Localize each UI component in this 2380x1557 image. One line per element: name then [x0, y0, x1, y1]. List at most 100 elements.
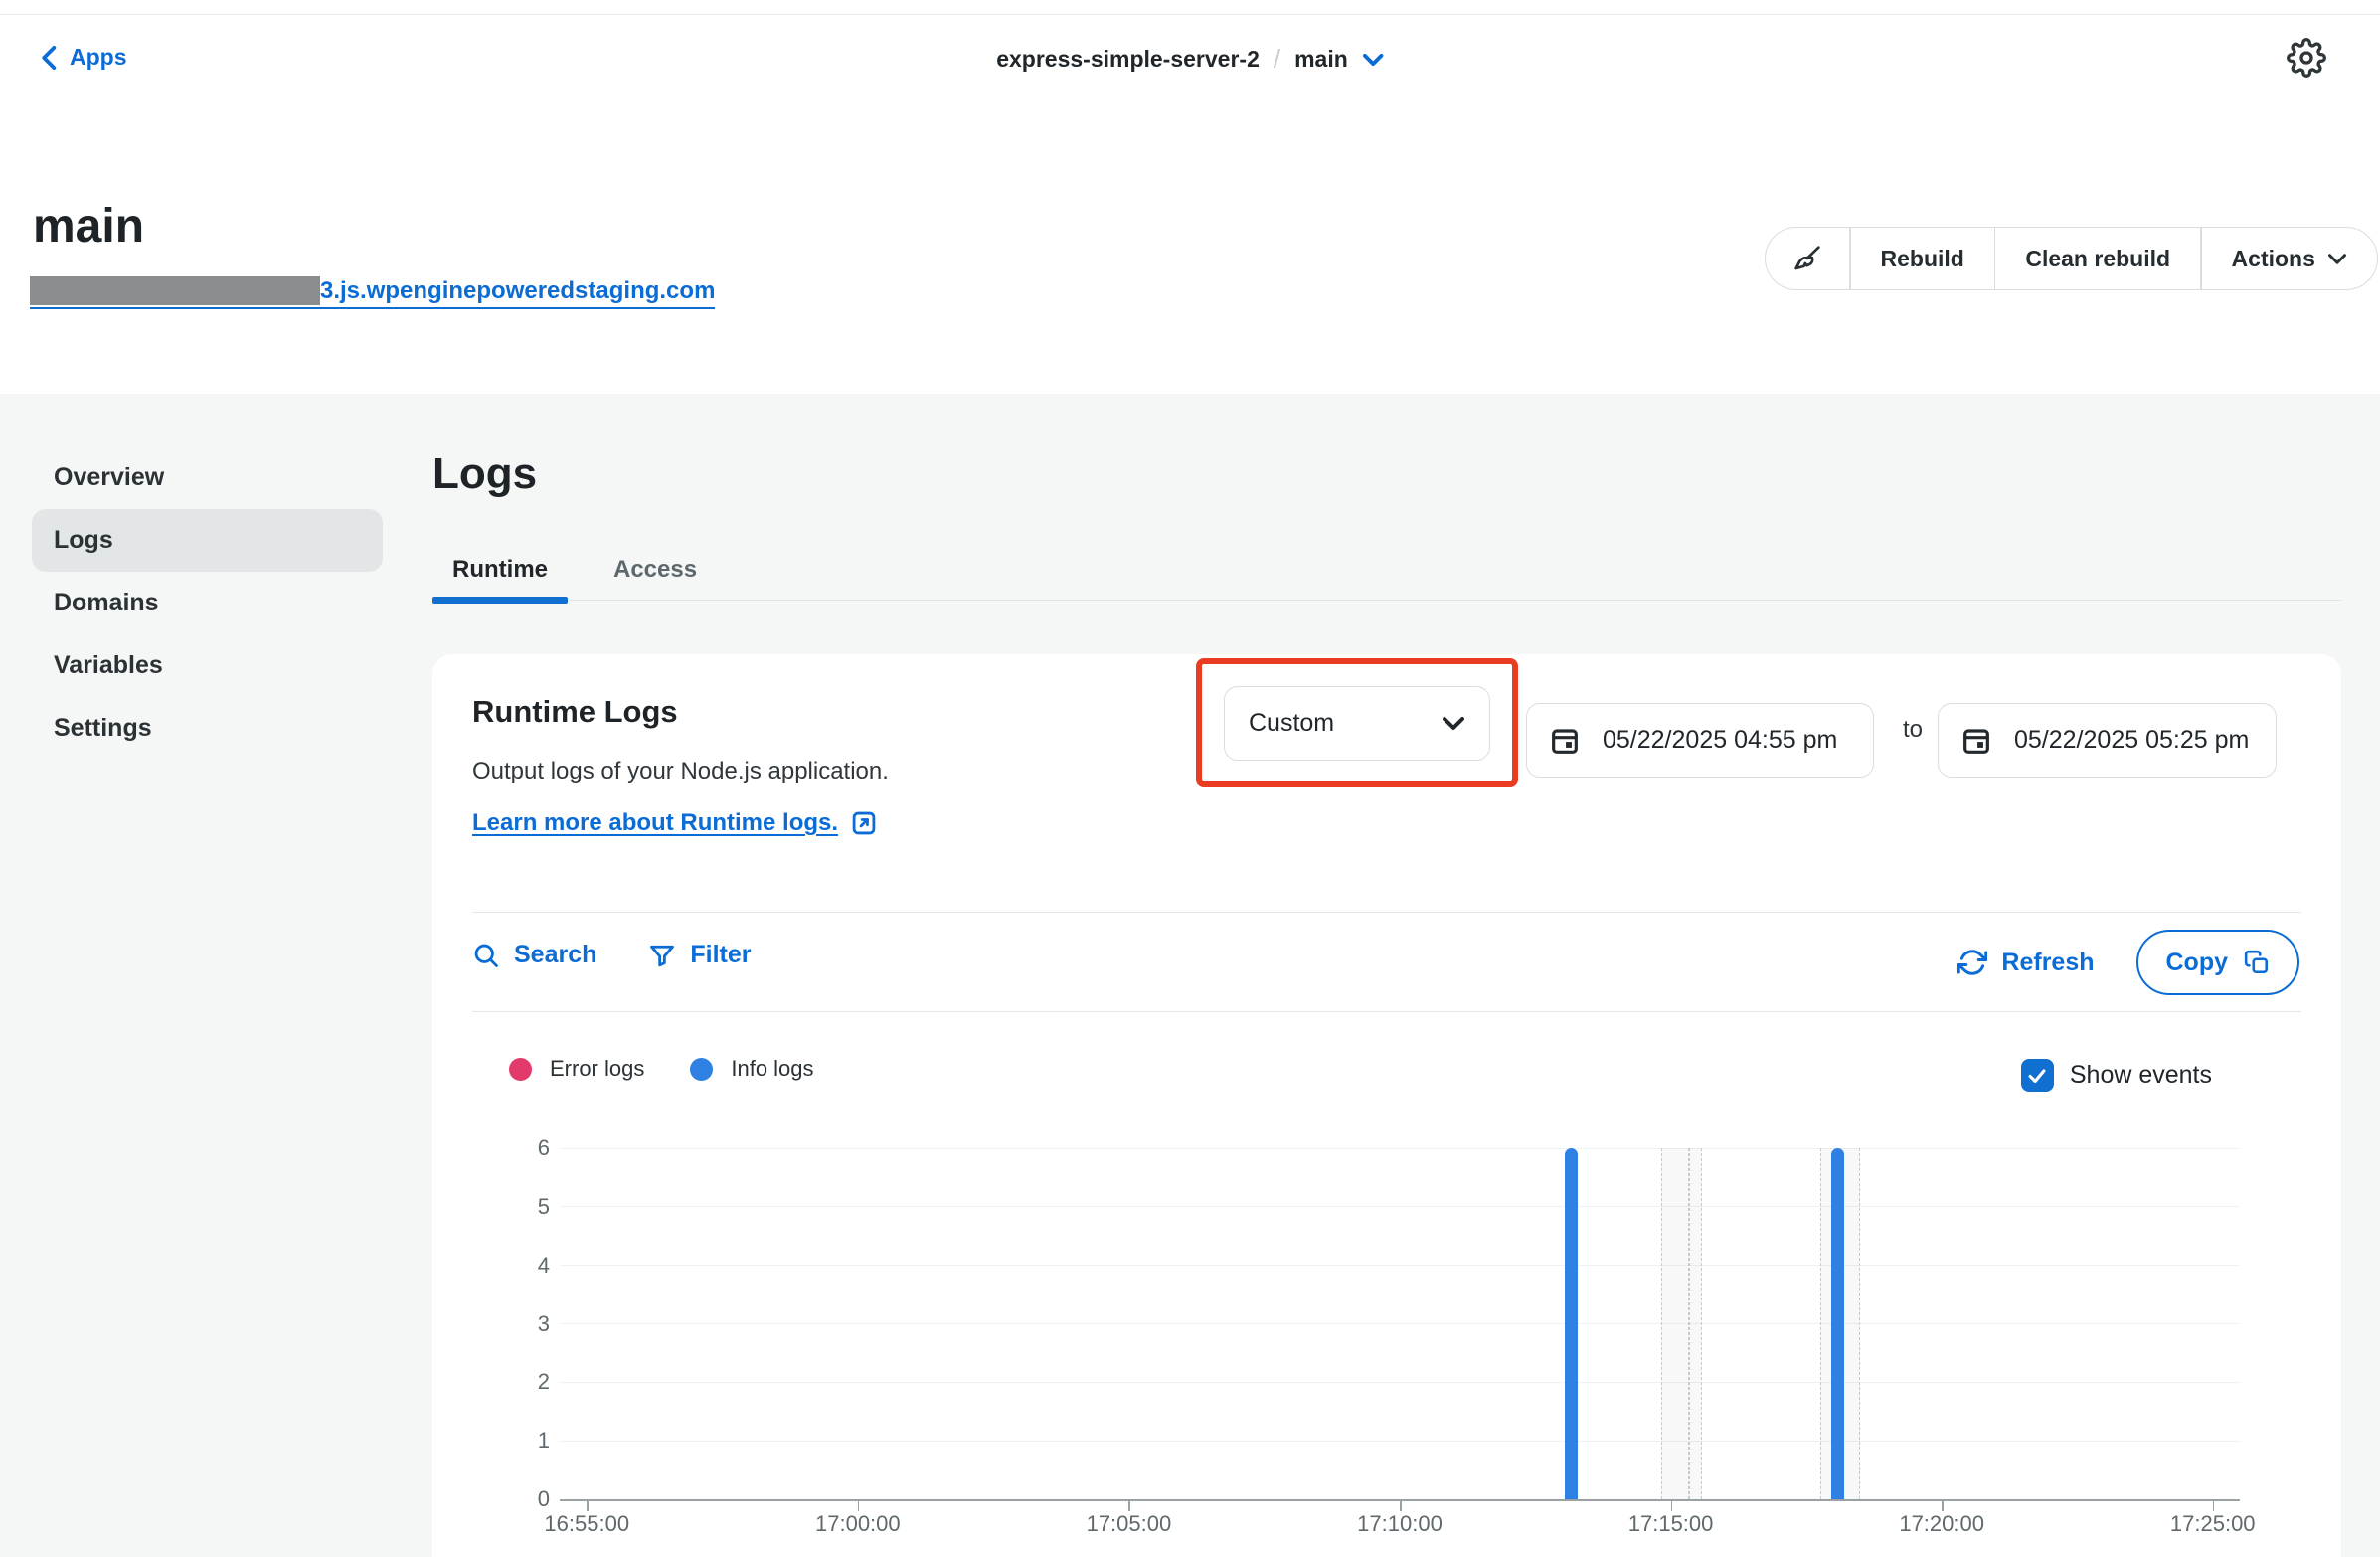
actions-label: Actions — [2232, 246, 2315, 272]
top-divider — [0, 14, 2380, 15]
learn-more-label: Learn more about Runtime logs. — [472, 809, 838, 837]
log-bar[interactable] — [1831, 1148, 1844, 1499]
copy-label: Copy — [2166, 949, 2229, 977]
x-axis-tick-label: 17:15:00 — [1602, 1511, 1741, 1537]
tab-runtime[interactable]: Runtime — [432, 556, 568, 600]
search-icon — [472, 942, 500, 969]
highlight-red-box: Custom — [1196, 658, 1518, 787]
copy-icon — [2244, 950, 2270, 975]
y-axis-tick-label: 3 — [502, 1311, 550, 1337]
chart-gridline — [560, 1148, 2240, 1149]
date-range-to-label: to — [1890, 716, 1936, 744]
actions-menu-button[interactable]: Actions — [2202, 228, 2377, 289]
show-events-label: Show events — [2070, 1061, 2212, 1090]
y-axis-tick-label: 5 — [502, 1194, 550, 1220]
chevron-down-icon[interactable] — [1362, 53, 1384, 67]
breadcrumb-env-name[interactable]: main — [1294, 46, 1348, 73]
x-axis-tick-label: 17:00:00 — [788, 1511, 928, 1537]
settings-gear-button[interactable] — [2287, 38, 2326, 78]
legend-item: Info logs — [690, 1056, 813, 1082]
search-button[interactable]: Search — [472, 941, 596, 969]
log-volume-chart[interactable] — [560, 1148, 2240, 1501]
log-toolbar-right: Refresh Copy — [1957, 930, 2299, 995]
event-band — [1689, 1148, 1703, 1499]
chart-legend: Error logs Info logs — [509, 1056, 814, 1082]
refresh-button[interactable]: Refresh — [1957, 948, 2094, 977]
x-axis-tick — [2213, 1501, 2215, 1511]
page-title: main — [33, 199, 144, 254]
sidebar-item-domains[interactable]: Domains — [32, 572, 383, 634]
date-to-value: 05/22/2025 05:25 pm — [2014, 726, 2249, 755]
environment-url-link[interactable]: 3.js.wpenginepoweredstaging.com — [30, 276, 715, 309]
x-axis-tick — [1400, 1501, 1402, 1511]
x-axis-tick-label: 17:20:00 — [1872, 1511, 2011, 1537]
gear-icon — [2287, 38, 2326, 78]
environment-actions-group: Rebuild Clean rebuild Actions — [1765, 227, 2378, 290]
filter-button[interactable]: Filter — [648, 941, 751, 969]
copy-button[interactable]: Copy — [2136, 930, 2300, 995]
legend-dot-icon — [690, 1058, 713, 1081]
legend-dot-icon — [509, 1058, 532, 1081]
legend-item: Error logs — [509, 1056, 644, 1082]
legend-label: Info logs — [731, 1056, 813, 1082]
x-axis-tick — [1942, 1501, 1944, 1511]
rebuild-button[interactable]: Rebuild — [1851, 228, 1994, 289]
sidebar-item-overview[interactable]: Overview — [32, 446, 383, 509]
sidebar-nav: OverviewLogsDomainsVariablesSettings — [32, 446, 383, 760]
chart-gridline — [560, 1441, 2240, 1442]
y-axis-tick-label: 2 — [502, 1369, 550, 1395]
back-to-apps-link[interactable]: Apps — [40, 44, 127, 71]
breadcrumb-separator: / — [1274, 44, 1280, 75]
rebuild-label: Rebuild — [1881, 246, 1964, 272]
divider — [472, 1011, 2301, 1012]
filter-label: Filter — [690, 941, 751, 969]
log-toolbar-left: Search Filter — [472, 941, 752, 969]
checkbox-checked-icon[interactable] — [2021, 1059, 2054, 1092]
refresh-icon — [1957, 948, 1987, 977]
clean-cache-button[interactable] — [1766, 228, 1849, 289]
y-axis-tick-label: 1 — [502, 1428, 550, 1454]
chart-gridline — [560, 1265, 2240, 1266]
show-events-toggle[interactable]: Show events — [2021, 1059, 2212, 1092]
chevron-down-icon — [1442, 716, 1465, 731]
sidebar-item-logs[interactable]: Logs — [32, 509, 383, 572]
refresh-label: Refresh — [2001, 949, 2094, 977]
calendar-icon — [1549, 725, 1581, 757]
external-link-icon — [850, 809, 878, 837]
filter-icon — [648, 942, 676, 969]
y-axis-tick-label: 4 — [502, 1253, 550, 1279]
chevron-left-icon — [40, 45, 60, 71]
time-range-select[interactable]: Custom — [1224, 686, 1490, 761]
app-page: Apps express-simple-server-2 / main main… — [0, 0, 2380, 1557]
redaction-bar — [30, 276, 320, 305]
chart-gridline — [560, 1323, 2240, 1324]
sidebar-item-settings[interactable]: Settings — [32, 697, 383, 760]
runtime-logs-card: Runtime Logs Output logs of your Node.js… — [432, 654, 2341, 1557]
divider — [472, 912, 2301, 913]
log-bar[interactable] — [1565, 1148, 1578, 1499]
x-axis-tick — [858, 1501, 860, 1511]
chevron-down-icon — [2327, 253, 2347, 265]
date-from-value: 05/22/2025 04:55 pm — [1603, 726, 1837, 755]
x-axis-tick-label: 17:10:00 — [1330, 1511, 1469, 1537]
environment-url-text: 3.js.wpenginepoweredstaging.com — [320, 277, 715, 305]
x-axis-tick — [1128, 1501, 1130, 1511]
x-axis-tick — [587, 1501, 589, 1511]
back-to-apps-label: Apps — [70, 44, 127, 71]
date-from-input[interactable]: 05/22/2025 04:55 pm — [1526, 703, 1874, 778]
card-description: Output logs of your Node.js application. — [472, 758, 889, 785]
sidebar-item-variables[interactable]: Variables — [32, 634, 383, 697]
clean-rebuild-button[interactable]: Clean rebuild — [1995, 228, 2200, 289]
learn-more-link[interactable]: Learn more about Runtime logs. — [472, 809, 878, 837]
date-to-input[interactable]: 05/22/2025 05:25 pm — [1938, 703, 2277, 778]
clean-rebuild-label: Clean rebuild — [2025, 246, 2170, 272]
x-axis-tick-label: 17:05:00 — [1059, 1511, 1198, 1537]
calendar-icon — [1960, 725, 1992, 757]
time-range-value: Custom — [1249, 709, 1334, 738]
section-title: Logs — [432, 449, 537, 499]
tab-access[interactable]: Access — [594, 556, 717, 600]
legend-label: Error logs — [550, 1056, 644, 1082]
event-band — [1661, 1148, 1688, 1499]
broom-icon — [1791, 243, 1823, 274]
x-axis-tick-label: 16:55:00 — [517, 1511, 656, 1537]
